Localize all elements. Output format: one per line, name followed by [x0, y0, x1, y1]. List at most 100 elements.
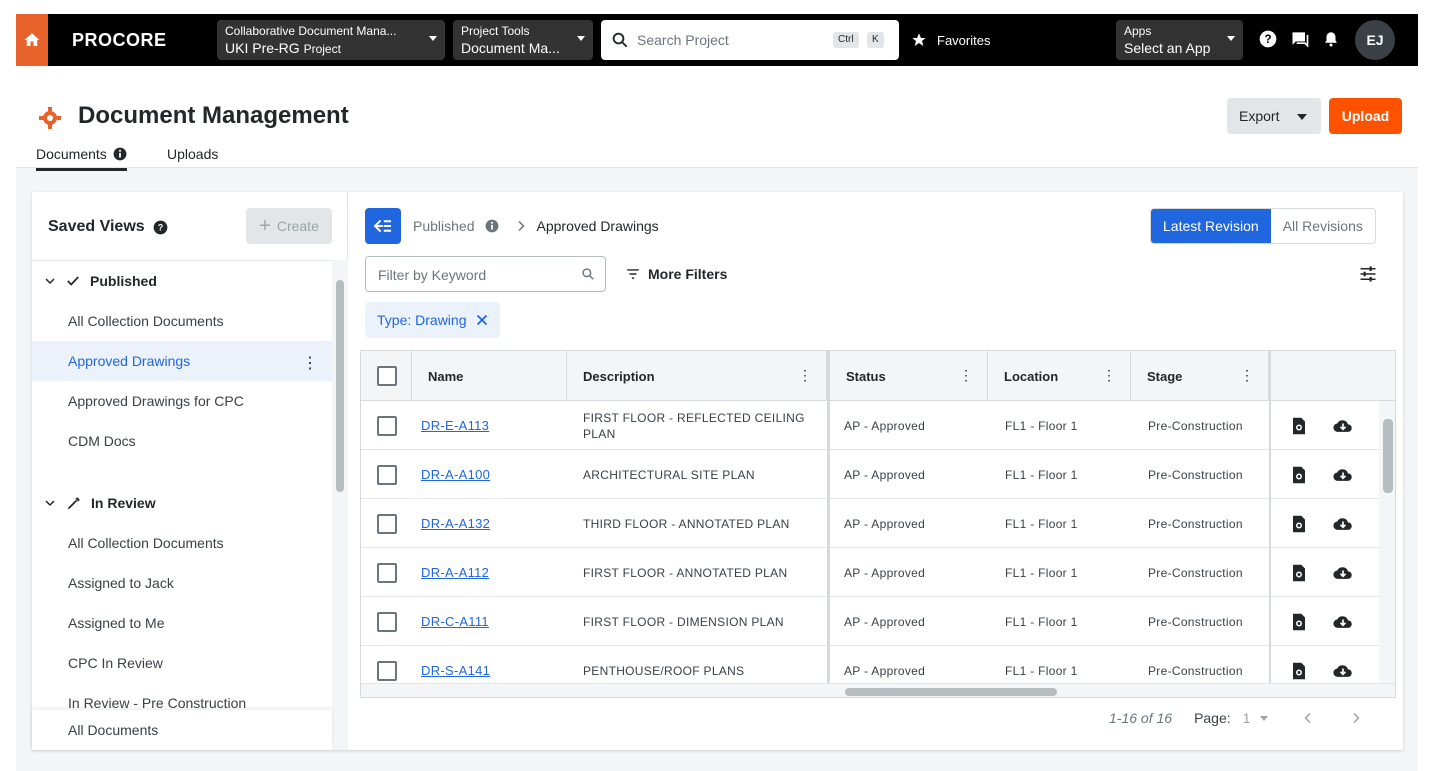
row-checkbox[interactable] [377, 416, 397, 436]
tab-documents[interactable]: Documents [36, 146, 127, 171]
download-icon[interactable] [1333, 646, 1353, 683]
row-checkbox[interactable] [377, 563, 397, 583]
view-item[interactable]: Assigned to Me [32, 603, 332, 643]
document-link[interactable]: DR-A-A100 [421, 467, 490, 482]
column-header-description[interactable]: Description⋮ [567, 351, 827, 401]
view-item[interactable]: Approved Drawings for CPC [32, 381, 332, 421]
latest-revision-button[interactable]: Latest Revision [1151, 209, 1271, 243]
view-item[interactable]: CPC In Review [32, 643, 332, 683]
column-header-stage[interactable]: Stage ⋮ [1131, 351, 1269, 401]
table-body: DR-E-A113 FIRST FLOOR - REFLECTED CEILIN… [361, 401, 1396, 683]
apps-value: Select an App [1124, 39, 1235, 57]
all-documents-item[interactable]: All Documents [32, 710, 332, 750]
column-menu-icon[interactable]: ⋮ [959, 367, 973, 384]
download-icon[interactable] [1333, 499, 1353, 548]
keyword-filter-input[interactable]: Filter by Keyword [365, 256, 606, 292]
status-cell: AP - Approved [844, 548, 925, 597]
all-revisions-button[interactable]: All Revisions [1271, 209, 1375, 243]
view-icon[interactable] [1291, 597, 1307, 646]
info-icon [485, 219, 499, 233]
document-link[interactable]: DR-S-A141 [421, 663, 490, 678]
column-menu-icon[interactable]: ⋮ [1240, 367, 1254, 384]
view-icon[interactable] [1291, 646, 1307, 683]
table-row[interactable]: DR-S-A141 PENTHOUSE/ROOF PLANS AP - Appr… [361, 646, 1396, 683]
document-link[interactable]: DR-A-A112 [421, 565, 489, 580]
view-item[interactable]: Assigned to Jack [32, 563, 332, 603]
column-header-location[interactable]: Location⋮ [988, 351, 1131, 401]
view-item[interactable]: All Collection Documents [32, 523, 332, 563]
search-project-input[interactable]: Search Project Ctrl K [601, 20, 899, 60]
home-button[interactable] [16, 14, 48, 66]
view-icon[interactable] [1291, 401, 1307, 450]
column-menu-icon[interactable]: ⋮ [1102, 367, 1116, 384]
breadcrumb-root[interactable]: Published [413, 218, 475, 234]
breadcrumb: Published Approved Drawings [413, 218, 659, 234]
more-filters-button[interactable]: More Filters [626, 266, 727, 282]
user-avatar[interactable]: EJ [1355, 20, 1395, 60]
create-label: Create [277, 218, 319, 234]
search-icon [611, 31, 629, 49]
tab-uploads[interactable]: Uploads [167, 146, 218, 168]
sidebar-scrollbar[interactable] [332, 260, 348, 750]
group-published[interactable]: Published [32, 261, 332, 301]
document-link[interactable]: DR-C-A111 [421, 614, 489, 629]
table-vertical-scrollbar[interactable] [1379, 401, 1396, 683]
table-row[interactable]: DR-C-A111 FIRST FLOOR - DIMENSION PLAN A… [361, 597, 1396, 646]
favorites-button[interactable]: Favorites [911, 32, 990, 48]
column-label: Stage [1147, 369, 1182, 384]
scrollbar-thumb[interactable] [1383, 419, 1393, 493]
row-checkbox[interactable] [377, 514, 397, 534]
table-row[interactable]: DR-E-A113 FIRST FLOOR - REFLECTED CEILIN… [361, 401, 1396, 450]
table-row[interactable]: DR-A-A132 THIRD FLOOR - ANNOTATED PLAN A… [361, 499, 1396, 548]
table-settings-icon[interactable] [1359, 266, 1377, 282]
export-button[interactable]: Export [1227, 98, 1321, 134]
create-view-button[interactable]: + Create [246, 208, 332, 244]
row-checkbox[interactable] [377, 612, 397, 632]
group-in-review[interactable]: In Review [32, 483, 332, 523]
next-page-icon[interactable] [1350, 711, 1362, 725]
scrollbar-thumb[interactable] [336, 280, 344, 492]
download-icon[interactable] [1333, 401, 1353, 450]
table-horizontal-scrollbar[interactable] [361, 683, 1396, 698]
collapse-panel-button[interactable] [365, 208, 401, 244]
column-header-name[interactable]: Name [412, 351, 567, 401]
kebab-menu-icon[interactable]: ⋮ [302, 353, 318, 373]
view-item[interactable]: In Review - Pre Construction [32, 683, 332, 710]
bell-icon [1322, 29, 1340, 49]
upload-button[interactable]: Upload [1329, 98, 1402, 134]
messages-button[interactable] [1289, 28, 1311, 50]
document-link[interactable]: DR-E-A113 [421, 418, 489, 433]
table-row[interactable]: DR-A-A100 ARCHITECTURAL SITE PLAN AP - A… [361, 450, 1396, 499]
plus-icon: + [259, 216, 271, 236]
download-icon[interactable] [1333, 548, 1353, 597]
view-icon[interactable] [1291, 499, 1307, 548]
column-header-status[interactable]: Status⋮ [830, 351, 988, 401]
view-item[interactable]: CDM Docs [32, 421, 332, 461]
row-checkbox[interactable] [377, 661, 397, 681]
download-icon[interactable] [1333, 450, 1353, 499]
select-all-checkbox[interactable] [377, 366, 397, 386]
project-selector[interactable]: Collaborative Document Mana... UKI Pre-R… [217, 20, 445, 60]
stage-cell: Pre-Construction [1148, 548, 1243, 597]
notifications-button[interactable] [1320, 28, 1342, 50]
chevron-down-icon [44, 497, 56, 509]
row-checkbox[interactable] [377, 465, 397, 485]
tab-documents-label: Documents [36, 146, 107, 162]
apps-selector[interactable]: Apps Select an App [1116, 20, 1243, 60]
column-menu-icon[interactable]: ⋮ [798, 367, 812, 384]
view-item[interactable]: All Collection Documents [32, 301, 332, 341]
page-select[interactable]: 1 [1243, 710, 1269, 726]
view-icon[interactable] [1291, 450, 1307, 499]
scrollbar-thumb[interactable] [845, 688, 1057, 696]
chip-label: Type: Drawing [377, 312, 466, 328]
download-icon[interactable] [1333, 597, 1353, 646]
project-tools-selector[interactable]: Project Tools Document Ma... [453, 20, 593, 60]
view-icon[interactable] [1291, 548, 1307, 597]
gear-icon [38, 106, 62, 130]
help-button[interactable]: ? [1257, 28, 1279, 50]
close-icon[interactable] [476, 314, 488, 326]
table-row[interactable]: DR-A-A112 FIRST FLOOR - ANNOTATED PLAN A… [361, 548, 1396, 597]
document-link[interactable]: DR-A-A132 [421, 516, 490, 531]
view-item-selected[interactable]: Approved Drawings ⋮ [32, 341, 332, 381]
prev-page-icon[interactable] [1302, 711, 1314, 725]
